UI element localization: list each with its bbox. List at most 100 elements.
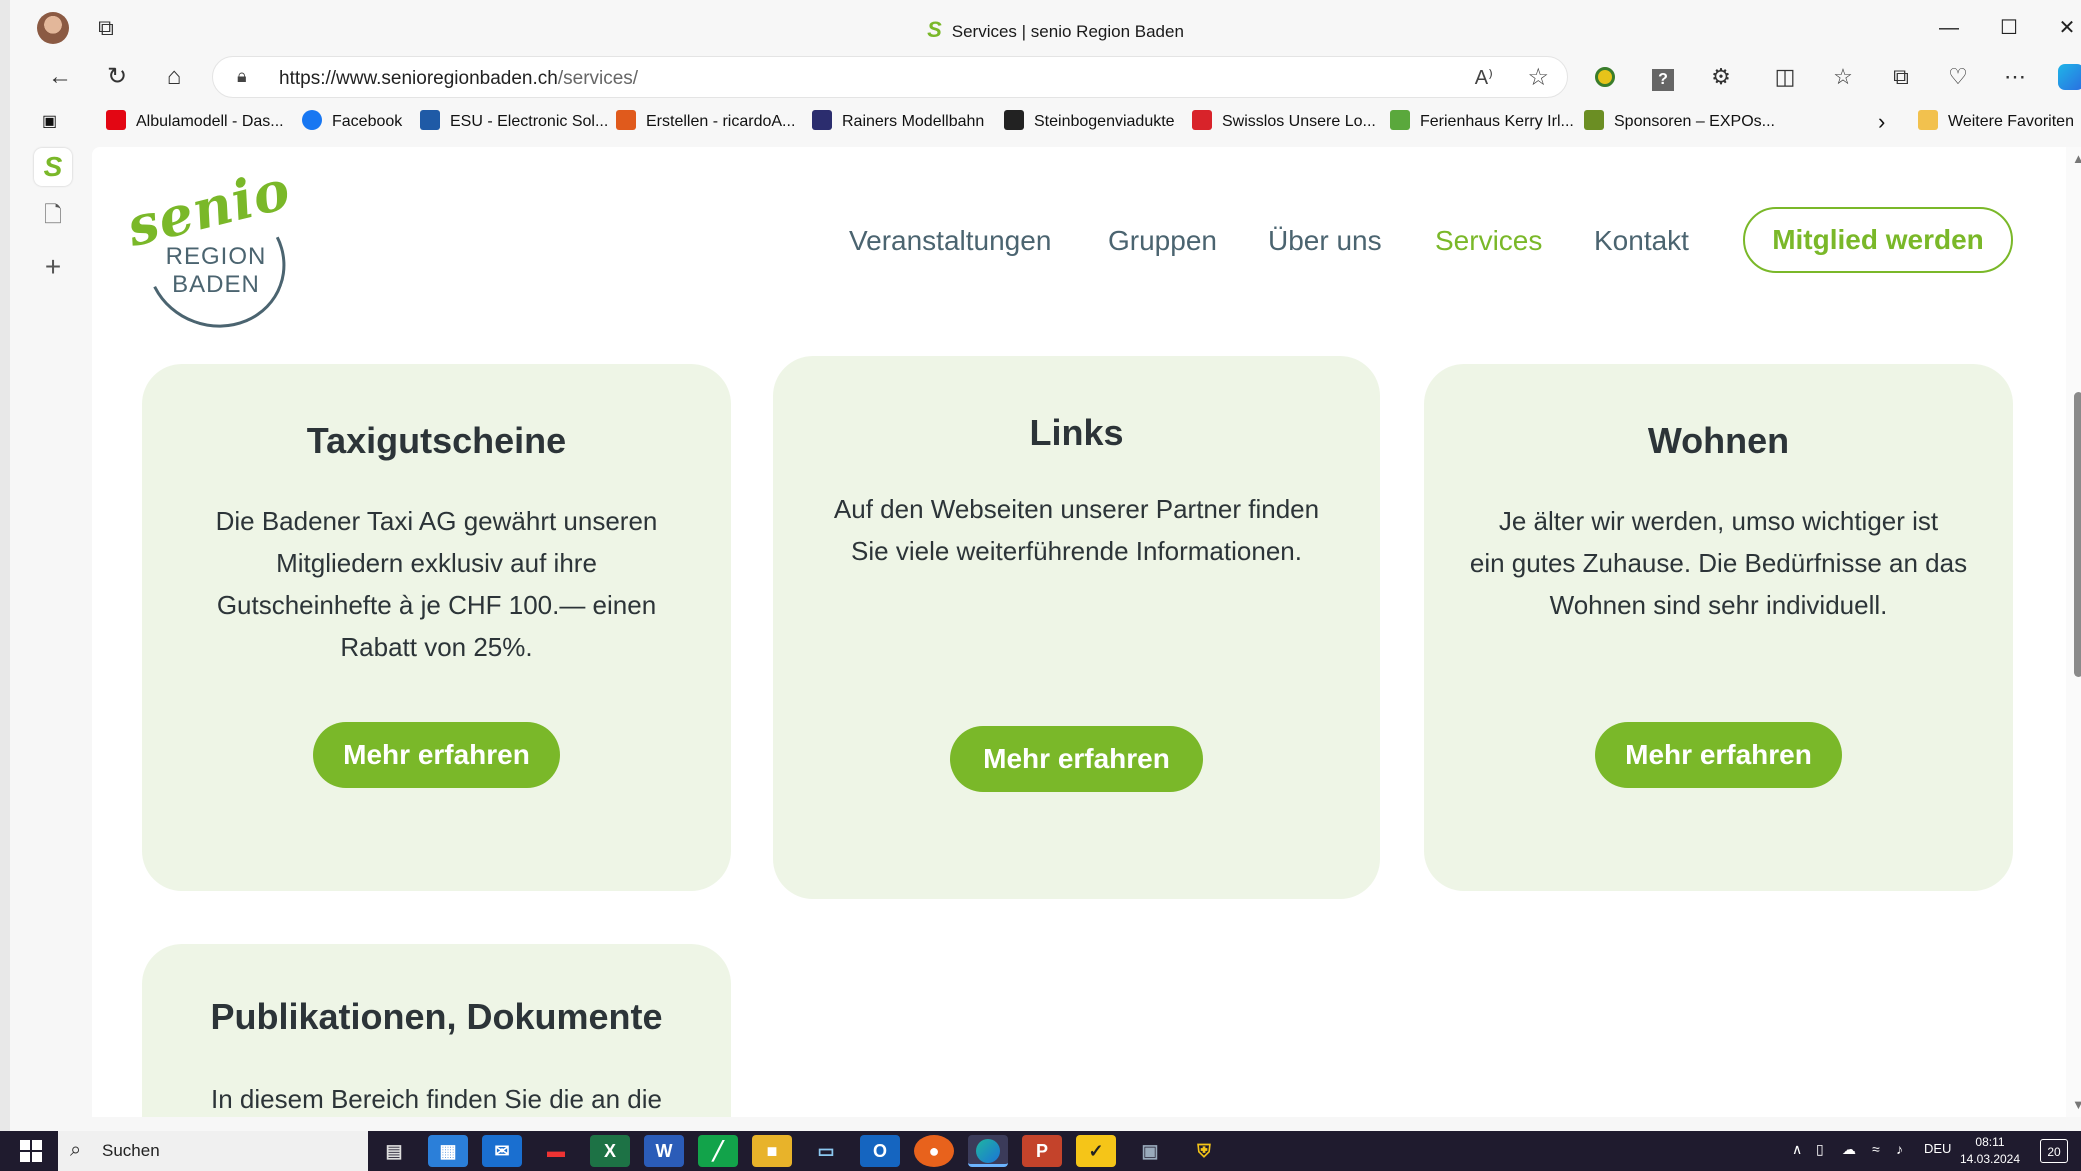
more-menu-icon[interactable]: ⋯	[1995, 58, 2035, 96]
page-scrollbar[interactable]: ▲ ▼	[2066, 147, 2081, 1117]
window-title-text: Services | senio Region Baden	[951, 22, 1184, 41]
page-viewport: senio REGION BADEN Veranstaltungen Gruppe…	[92, 147, 2066, 1117]
favorite-favicon	[812, 110, 832, 130]
store-icon[interactable]: ▦	[428, 1135, 468, 1167]
favorites-folder[interactable]: Weitere Favoriten	[1918, 110, 2074, 134]
card-title: Publikationen, Dokumente	[210, 996, 663, 1037]
powerpoint-icon[interactable]: P	[1022, 1135, 1062, 1167]
service-card-publikationen: Publikationen, Dokumente In diesem Berei…	[142, 944, 731, 1117]
card-text-line: Mitgliedern exklusiv auf ihre	[276, 548, 597, 578]
favorite-favicon	[1390, 110, 1410, 130]
nav-kontakt[interactable]: Kontakt	[1594, 225, 1689, 257]
scanner-icon[interactable]: ▭	[806, 1135, 846, 1167]
nav-services[interactable]: Services	[1435, 225, 1542, 257]
scroll-up-icon[interactable]: ▲	[2072, 151, 2081, 166]
close-button[interactable]: ✕	[2039, 10, 2081, 46]
service-card-links: Links Auf den Webseiten unserer Partner …	[773, 356, 1380, 899]
search-icon: ⌕	[70, 1139, 82, 1161]
nav-ueber-uns[interactable]: Über uns	[1268, 225, 1382, 257]
service-card-taxi: Taxigutscheine Die Badener Taxi AG gewäh…	[142, 364, 731, 891]
help-extension-icon[interactable]: ?	[1643, 58, 1683, 96]
favorite-label: Ferienhaus Kerry Irl...	[1420, 113, 1574, 130]
card-text-line: Gutscheinhefte à je CHF 100.— einen	[216, 590, 657, 620]
sidebar-toggle-icon[interactable]: ▣	[42, 110, 57, 134]
firefox-icon[interactable]: ●	[914, 1135, 954, 1167]
nav-veranstaltungen[interactable]: Veranstaltungen	[849, 225, 1051, 257]
favorite-favicon	[1192, 110, 1212, 130]
tray-overflow-icon[interactable]: ∧	[1792, 1141, 1802, 1158]
site-logo[interactable]: senio REGION BADEN	[121, 157, 305, 348]
back-button[interactable]: ←	[40, 58, 80, 96]
wifi-icon[interactable]: ≈	[1872, 1141, 1880, 1157]
security-shield-icon[interactable]: ⛨	[1184, 1135, 1224, 1167]
become-member-button[interactable]: Mitglied werden	[1743, 207, 2013, 273]
card-text-line: Auf den Webseiten unserer Partner finden	[833, 494, 1320, 524]
read-aloud-icon[interactable]: A⁾	[1475, 65, 1493, 90]
copilot-icon[interactable]	[2051, 58, 2081, 96]
input-language[interactable]: DEU	[1924, 1141, 1951, 1156]
maximize-button[interactable]: ☐	[1981, 10, 2037, 46]
scrollbar-thumb[interactable]	[2074, 392, 2081, 677]
favorite-item[interactable]: Steinbogenviadukte	[1004, 110, 1175, 134]
taskbar-search-label: Suchen	[102, 1141, 160, 1160]
taskbar-clock[interactable]: 08:11 14.03.2024	[1955, 1134, 2025, 1168]
task-view-icon[interactable]: ▤	[374, 1135, 414, 1167]
more-info-button[interactable]: Mehr erfahren	[950, 726, 1203, 792]
address-bar[interactable]: 🔒︎ https://www.senioregionbaden.ch/servi…	[212, 56, 1568, 98]
extension-icon[interactable]	[1585, 58, 1625, 96]
favorite-label: Erstellen - ricardoA...	[646, 113, 796, 130]
favorite-item[interactable]: ESU - Electronic Sol...	[420, 110, 608, 134]
file-explorer-icon[interactable]: ■	[752, 1135, 792, 1167]
taskbar-search[interactable]: ⌕ Suchen	[58, 1131, 368, 1171]
notes-app-icon[interactable]: ✓	[1076, 1135, 1116, 1167]
home-button[interactable]: ⌂	[154, 58, 194, 96]
favorite-favicon	[1004, 110, 1024, 130]
more-info-button[interactable]: Mehr erfahren	[313, 722, 560, 788]
logo-line-2: BADEN	[172, 271, 260, 298]
favorite-item[interactable]: Albulamodell - Das...	[106, 110, 284, 134]
favorites-icon[interactable]: ☆	[1823, 58, 1863, 96]
performance-icon[interactable]: ♡	[1938, 58, 1978, 96]
favorite-item[interactable]: Erstellen - ricardoA...	[616, 110, 795, 134]
favorite-label: Swisslos Unsere Lo...	[1222, 113, 1376, 130]
favorite-item[interactable]: Facebook	[302, 110, 402, 134]
add-icon[interactable]: +	[34, 248, 72, 286]
tray-device-icon[interactable]: ▯	[1816, 1141, 1824, 1158]
green-app-icon[interactable]: ╱	[698, 1135, 738, 1167]
collections-icon[interactable]: ⧉	[1881, 58, 1921, 96]
favorite-item[interactable]: Ferienhaus Kerry Irl...	[1390, 110, 1574, 134]
excel-icon[interactable]: X	[590, 1135, 630, 1167]
favorite-star-icon[interactable]: ☆	[1527, 63, 1549, 92]
extensions-icon[interactable]: ⚙	[1701, 58, 1741, 96]
onedrive-icon[interactable]: ☁	[1842, 1141, 1856, 1158]
word-icon[interactable]: W	[644, 1135, 684, 1167]
more-info-button[interactable]: Mehr erfahren	[1595, 722, 1842, 788]
edge-icon[interactable]	[968, 1135, 1008, 1167]
favorite-item[interactable]: Sponsoren – EXPOs...	[1584, 110, 1775, 134]
document-icon[interactable]: 🗋	[34, 196, 72, 234]
windows-start-icon[interactable]	[20, 1140, 42, 1162]
notification-center[interactable]: 20	[2040, 1139, 2068, 1163]
window-title: S Services | senio Region Baden	[20, 17, 2081, 43]
scroll-down-icon[interactable]: ▼	[2072, 1097, 2081, 1112]
card-text: In diesem Bereich finden Sie die an die	[182, 1078, 691, 1117]
favorites-overflow-icon[interactable]: ›	[1878, 110, 1885, 134]
card-text-line: Je älter wir werden, umso wichtiger ist	[1498, 506, 1939, 536]
mail-icon[interactable]: ✉	[482, 1135, 522, 1167]
outlook-icon[interactable]: O	[860, 1135, 900, 1167]
refresh-button[interactable]: ↻	[97, 58, 137, 96]
nav-gruppen[interactable]: Gruppen	[1108, 225, 1217, 257]
url-text[interactable]: https://www.senioregionbaden.ch/services…	[279, 68, 638, 90]
favorite-item[interactable]: Rainers Modellbahn	[812, 110, 984, 134]
minimize-button[interactable]: —	[1921, 10, 1977, 46]
card-text-line: Wohnen sind sehr individuell.	[1549, 590, 1888, 620]
train-app-icon[interactable]: ▬	[536, 1135, 576, 1167]
site-tab-icon[interactable]: S	[34, 148, 72, 186]
favorite-item[interactable]: Swisslos Unsere Lo...	[1192, 110, 1376, 134]
lock-icon[interactable]: 🔒︎	[237, 66, 247, 87]
volume-icon[interactable]: ♪	[1896, 1141, 1903, 1157]
network-app-icon[interactable]: ▣	[1130, 1135, 1170, 1167]
clock-time: 08:11	[1975, 1135, 2005, 1149]
favorite-label: Albulamodell - Das...	[136, 113, 284, 130]
split-screen-icon[interactable]: ◫	[1765, 58, 1805, 96]
